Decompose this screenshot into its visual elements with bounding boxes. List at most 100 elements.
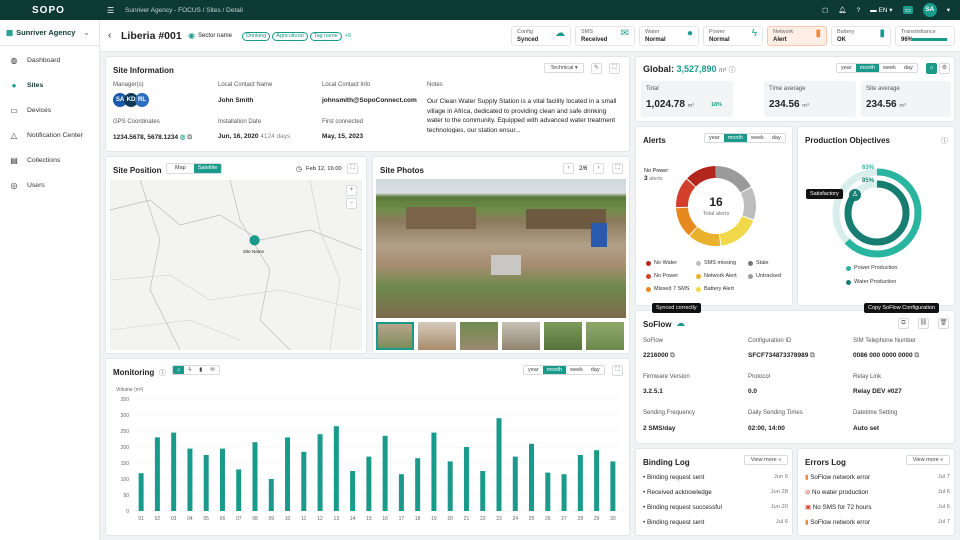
status-transmittance[interactable]: Transmittance 96% (895, 26, 955, 46)
water-metric-icon[interactable]: ⌂ (173, 366, 185, 374)
status-sms[interactable]: SMS Received ✉ (575, 26, 635, 46)
sidebar-item-collections[interactable]: ▤ Collections (0, 148, 99, 173)
range-month[interactable]: month (855, 64, 879, 72)
org-selector[interactable]: ▦ Sunriver Agency ⌄ (0, 20, 99, 46)
settings-icon[interactable]: ⚙ (939, 63, 950, 74)
range-year[interactable]: year (837, 64, 856, 72)
status-network[interactable]: Network Alert ▮ (767, 26, 827, 46)
menu-icon[interactable]: ☰ (107, 6, 114, 15)
tab-satellite[interactable]: Satellite (193, 164, 222, 173)
expand-icon[interactable]: ⛶ (609, 63, 620, 74)
thumbnail[interactable] (586, 322, 624, 350)
list-item: • Binding request sent Jul 6 (643, 519, 788, 526)
badge-icon[interactable]: ▭ (902, 6, 913, 14)
map-type-toggle[interactable]: Map Satellite (166, 163, 223, 174)
map[interactable]: + − ⬤ Site Name (110, 180, 362, 350)
chat-icon[interactable]: ▢ (822, 6, 828, 14)
status-battery[interactable]: Battery OK ▮ (831, 26, 891, 46)
target-icon[interactable]: ◎ (180, 134, 186, 141)
power-metric-icon[interactable]: ϟ (184, 366, 195, 374)
metric-toggle[interactable]: ⌂ ϟ ▮ ✉ (172, 365, 220, 375)
range-day[interactable]: day (768, 134, 785, 142)
info-icon[interactable]: ⓘ (729, 67, 736, 74)
info-icon[interactable]: ⓘ (941, 136, 948, 146)
link-icon[interactable]: ⛓ (918, 318, 929, 329)
edit-icon[interactable]: ✎ (591, 63, 602, 74)
sidebar-item-devices[interactable]: ▭ Devices (0, 98, 99, 123)
info-icon[interactable]: ⓘ (159, 368, 166, 378)
thumbnail[interactable] (544, 322, 582, 350)
expand-icon[interactable]: ⛶ (347, 163, 358, 174)
range-month[interactable]: month (542, 366, 566, 374)
relay-link[interactable]: Relay DEV #027 (853, 388, 902, 395)
copy-icon[interactable]: ⧉ (914, 352, 919, 359)
tag[interactable]: Agricultural (272, 32, 308, 41)
legend-item: Battery Alert (696, 286, 734, 292)
view-more-button[interactable]: View more » (744, 455, 788, 465)
prev-icon[interactable]: ‹ (563, 163, 574, 174)
avatar[interactable]: SA (922, 3, 937, 17)
range-year[interactable]: year (705, 134, 724, 142)
tab-map[interactable]: Map (167, 164, 194, 173)
tag[interactable]: Drinking (242, 32, 271, 41)
range-year[interactable]: year (524, 366, 543, 374)
range-toggle[interactable]: year month week day (523, 365, 605, 375)
status-water[interactable]: Water Normal ● (639, 26, 699, 46)
range-toggle[interactable]: year month week day (836, 63, 918, 73)
delete-icon[interactable]: 🗑︎ (938, 318, 949, 329)
pin-icon: ● (11, 81, 17, 90)
home-icon[interactable]: ⌂ (926, 63, 937, 74)
range-week[interactable]: week (566, 366, 587, 374)
range-day[interactable]: day (587, 366, 604, 374)
thumbnail[interactable] (418, 322, 456, 350)
view-more-button[interactable]: View more » (906, 455, 950, 465)
status-config[interactable]: Config Synced ☁ (511, 26, 571, 46)
thumbnail[interactable] (460, 322, 498, 350)
avatar[interactable]: RL (135, 93, 149, 107)
sidebar-item-notification-center[interactable]: △ Notification Center (0, 123, 99, 148)
x-tick-label: 15 (366, 516, 372, 522)
bolt-icon: ϟ (751, 28, 757, 39)
zoom-out-icon[interactable]: − (346, 198, 357, 209)
more-tags[interactable]: +5 (345, 33, 351, 39)
status-power[interactable]: Power Normal ϟ (703, 26, 763, 46)
range-week[interactable]: week (747, 134, 768, 142)
mode-select[interactable]: Technical ▾ (544, 63, 584, 73)
expand-icon[interactable]: ⛶ (612, 163, 623, 174)
log-date: Jun 6 (773, 474, 788, 480)
field-value: SFCF734873378989 (748, 352, 809, 359)
sidebar-item-dashboard[interactable]: ◍ Dashboard (0, 48, 99, 73)
range-day[interactable]: day (900, 64, 917, 72)
range-month[interactable]: month (723, 134, 747, 142)
copy-icon[interactable]: ⧉ (670, 352, 675, 359)
expand-icon[interactable]: ⛶ (612, 365, 623, 376)
unit: m³ (899, 103, 906, 109)
range-toggle[interactable]: year month week day (704, 133, 786, 143)
install-days: 4124 days (260, 133, 291, 140)
y-tick-label: 350 (121, 397, 130, 403)
back-icon[interactable]: ‹ (108, 30, 111, 41)
sidebar-item-users[interactable]: ◎ Users (0, 173, 99, 198)
copy-icon[interactable]: ⧉ (810, 352, 815, 359)
thumbnail[interactable] (376, 322, 414, 350)
global-unit: m³ (719, 68, 727, 74)
message-metric-icon[interactable]: ✉ (206, 366, 219, 374)
copy-icon[interactable]: ⧉ (898, 318, 909, 329)
sidebar-item-sites[interactable]: ● Sites (0, 73, 99, 98)
site-info-card: Site Information Technical ▾ ✎ ⛶ Manager… (105, 56, 630, 152)
zoom-in-icon[interactable]: + (346, 185, 357, 196)
tag[interactable]: Tag name (309, 32, 342, 41)
location-pin-icon[interactable]: ⬤ (249, 235, 260, 246)
signal-metric-icon[interactable]: ▮ (195, 366, 206, 374)
legend-swatch (696, 286, 701, 292)
copy-icon[interactable]: ⧉ (187, 134, 192, 141)
bell-icon[interactable]: 🔔︎ (838, 6, 846, 14)
language-select[interactable]: ▬ EN ▾ (870, 6, 892, 14)
chevron-down-icon[interactable]: ▾ (947, 6, 950, 14)
help-icon[interactable]: ? (857, 7, 861, 14)
main-photo[interactable] (376, 179, 626, 318)
contact-info[interactable]: johnsmith@SopoConnect.com (322, 97, 420, 104)
next-icon[interactable]: › (593, 163, 604, 174)
thumbnail[interactable] (502, 322, 540, 350)
range-week[interactable]: week (879, 64, 900, 72)
